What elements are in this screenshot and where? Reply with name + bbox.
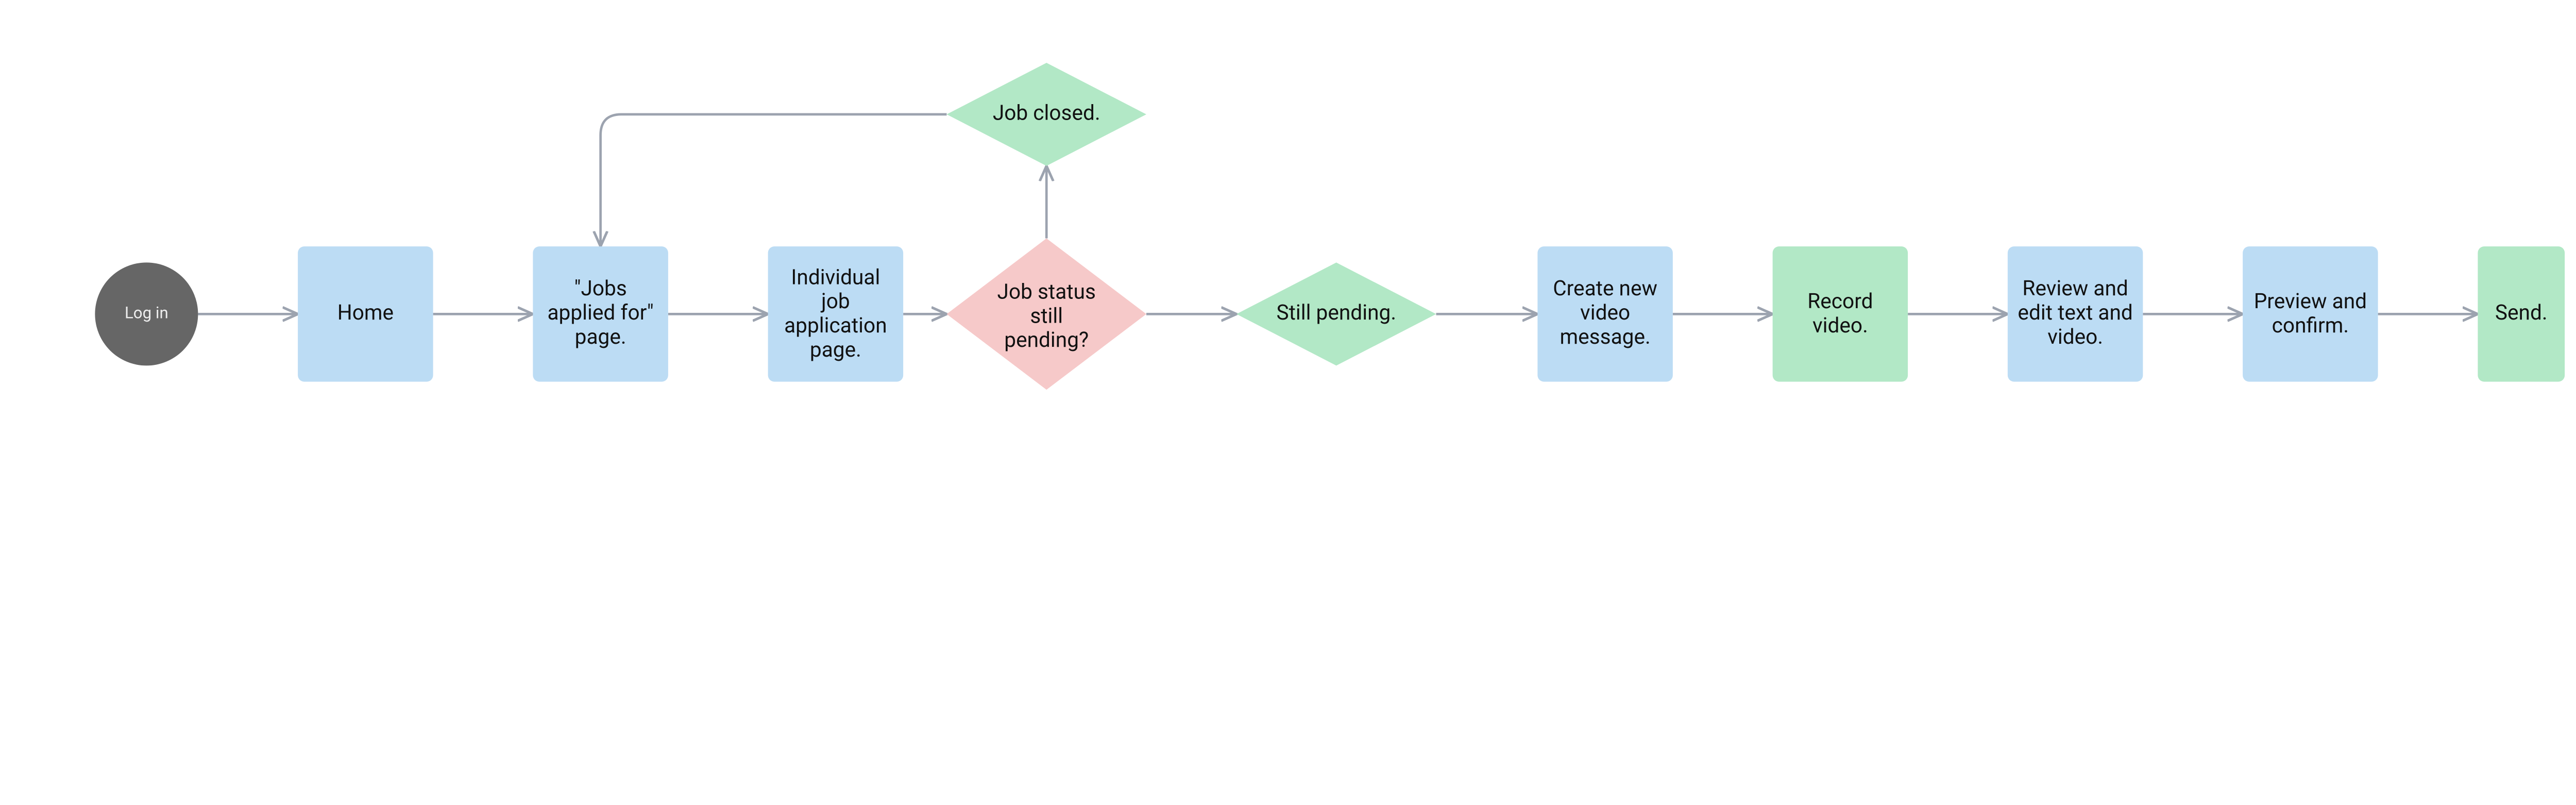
label-record-l2: video. <box>1812 313 1868 338</box>
node-home: Home <box>298 246 433 382</box>
label-ind-l2: job <box>820 289 850 313</box>
label-jobs-l1: "Jobs <box>574 276 626 300</box>
label-pending: Still pending. <box>1276 300 1396 325</box>
label-closed: Job closed. <box>993 100 1100 125</box>
label-review-l3: video. <box>2047 324 2103 349</box>
label-create-l3: message. <box>1560 324 1651 349</box>
label-ind-l1: Individual <box>791 264 880 289</box>
label-status-l2: still <box>1030 303 1063 328</box>
node-login: Log in <box>95 262 198 365</box>
node-still-pending: Still pending. <box>1236 262 1436 365</box>
label-review-l1: Review and <box>2022 276 2128 300</box>
label-preview-l1: Preview and <box>2254 289 2367 313</box>
label-send: Send. <box>2495 300 2548 325</box>
label-review-l2: edit text and <box>2018 300 2132 325</box>
node-status-question: Job status still pending? <box>947 239 1147 390</box>
label-preview-l2: confirm. <box>2272 313 2349 338</box>
edge-closed-jobs <box>601 114 947 246</box>
node-preview: Preview and confirm. <box>2243 246 2378 382</box>
node-jobs-page: "Jobs applied for" page. <box>533 246 668 382</box>
label-ind-l4: page. <box>810 337 861 362</box>
node-review: Review and edit text and video. <box>2008 246 2143 382</box>
node-create-message: Create new video message. <box>1537 246 1673 382</box>
label-ind-l3: application <box>784 313 887 338</box>
node-send: Send. <box>2478 246 2565 382</box>
node-record-video: Record video. <box>1773 246 1908 382</box>
flowchart: Log in Home "Jobs applied for" page. Ind… <box>0 0 2576 527</box>
label-record-l1: Record <box>1807 289 1873 313</box>
node-job-closed: Job closed. <box>947 63 1147 166</box>
label-create-l1: Create new <box>1553 276 1657 300</box>
label-jobs-l2: applied for" <box>547 300 653 325</box>
label-login: Log in <box>125 304 168 323</box>
node-individual: Individual job application page. <box>768 246 904 382</box>
label-home: Home <box>337 300 394 325</box>
label-jobs-l3: page. <box>575 324 626 349</box>
label-status-l3: pending? <box>1004 327 1089 352</box>
label-status-l1: Job status <box>997 279 1096 304</box>
label-create-l2: video <box>1580 300 1630 325</box>
